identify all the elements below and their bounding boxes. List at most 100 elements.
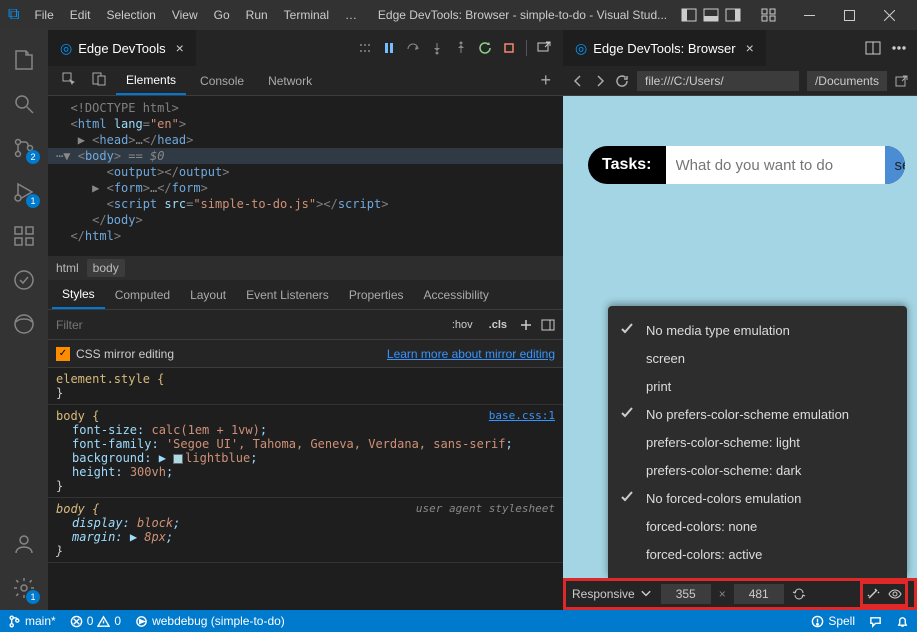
pause-icon[interactable] <box>382 41 396 55</box>
tab-computed[interactable]: Computed <box>105 282 180 308</box>
editor-left-pane: ◎ Edge DevTools × <box>48 30 563 610</box>
open-browser-icon[interactable] <box>537 41 551 55</box>
tab-accessibility[interactable]: Accessibility <box>414 282 499 308</box>
device-icon[interactable] <box>86 66 112 95</box>
toggle-sidebar-icon[interactable] <box>541 318 555 332</box>
search-icon[interactable] <box>0 82 48 126</box>
menu-edit[interactable]: Edit <box>63 4 98 26</box>
bell-status[interactable] <box>896 615 909 628</box>
menu-go[interactable]: Go <box>207 4 237 26</box>
accounts-icon[interactable] <box>0 522 48 566</box>
step-over-icon[interactable] <box>406 41 420 55</box>
panel-left-icon[interactable] <box>681 7 697 23</box>
tasks-input[interactable] <box>666 146 885 184</box>
tab-properties[interactable]: Properties <box>339 282 414 308</box>
split-editor-icon[interactable] <box>865 40 881 56</box>
emulation-option-label: print <box>646 379 671 394</box>
color-swatch[interactable] <box>173 454 183 464</box>
styles-tabs: Styles Computed Layout Event Listeners P… <box>48 280 563 310</box>
branch-status[interactable]: main* <box>8 614 56 628</box>
emulation-option[interactable]: prefers-color-scheme: light <box>620 428 895 456</box>
tab-event-listeners[interactable]: Event Listeners <box>236 282 339 308</box>
grip-icon[interactable] <box>358 41 372 55</box>
maximize-button[interactable] <box>829 0 869 30</box>
close-button[interactable] <box>869 0 909 30</box>
tab-console[interactable]: Console <box>190 68 254 94</box>
crumb-body[interactable]: body <box>87 259 125 277</box>
extensions-icon[interactable] <box>0 214 48 258</box>
width-input[interactable]: 355 <box>661 584 711 604</box>
edge-tools-icon[interactable] <box>0 302 48 346</box>
emulation-option[interactable]: forced-colors: active <box>620 540 895 568</box>
emulation-option[interactable]: prefers-color-scheme: dark <box>620 456 895 484</box>
back-icon[interactable] <box>571 74 585 88</box>
height-input[interactable]: 481 <box>734 584 784 604</box>
reload-icon[interactable] <box>615 74 629 88</box>
check-icon <box>620 378 636 394</box>
panel-right-icon[interactable] <box>725 7 741 23</box>
url-input[interactable]: file:///C:/Users/ <box>637 71 799 91</box>
feedback-status[interactable] <box>869 615 882 628</box>
emulation-menu[interactable]: No media type emulationscreen print No pre… <box>608 306 907 578</box>
dom-tree[interactable]: <!DOCTYPE html> <html lang="en"> ▶ <head… <box>48 96 563 256</box>
crumb-html[interactable]: html <box>56 261 79 275</box>
source-link[interactable]: base.css:1 <box>489 409 555 422</box>
emulation-option[interactable]: No media type emulation <box>620 316 895 344</box>
close-icon[interactable]: × <box>172 40 184 56</box>
customize-layout-icon[interactable] <box>761 7 777 23</box>
filter-input[interactable] <box>56 318 440 332</box>
menu-file[interactable]: File <box>27 4 60 26</box>
tab-elements[interactable]: Elements <box>116 67 186 95</box>
browser-tab[interactable]: ◎ Edge DevTools: Browser × <box>563 30 766 66</box>
spell-status[interactable]: Spell <box>811 614 855 628</box>
restart-icon[interactable] <box>478 41 492 55</box>
problems-status[interactable]: 0 0 <box>70 614 121 628</box>
mirror-learn-more-link[interactable]: Learn more about mirror editing <box>387 347 555 361</box>
menu-view[interactable]: View <box>165 4 205 26</box>
emulation-option[interactable]: screen <box>620 344 895 372</box>
step-out-icon[interactable] <box>454 41 468 55</box>
more-icon[interactable] <box>891 40 907 56</box>
tab-label: Edge DevTools <box>78 41 165 56</box>
mirror-checkbox[interactable]: ✓ <box>56 347 70 361</box>
settings-icon[interactable]: 1 <box>0 566 48 610</box>
debug-target-status[interactable]: webdebug (simple-to-do) <box>135 614 285 628</box>
emulation-option[interactable]: No forced-colors emulation <box>620 484 895 512</box>
forward-icon[interactable] <box>593 74 607 88</box>
menu-run[interactable]: Run <box>239 4 275 26</box>
styles-pane[interactable]: element.style { } base.css:1 body { font… <box>48 368 563 610</box>
vision-icon[interactable] <box>888 587 902 601</box>
emulation-option[interactable]: No prefers-color-scheme emulation <box>620 400 895 428</box>
cls-toggle[interactable]: .cls <box>485 317 511 333</box>
menu-terminal[interactable]: Terminal <box>277 4 336 26</box>
open-external-icon[interactable] <box>895 74 909 88</box>
add-tab-icon[interactable]: + <box>540 70 551 91</box>
step-into-icon[interactable] <box>430 41 444 55</box>
stop-icon[interactable] <box>502 41 516 55</box>
magic-wand-icon[interactable] <box>866 587 880 601</box>
responsive-dropdown[interactable]: Responsive <box>572 587 653 601</box>
chevron-down-icon <box>639 587 653 601</box>
menu-bar: File Edit Selection View Go Run Terminal… <box>27 4 364 26</box>
window-controls <box>789 0 909 30</box>
minimize-button[interactable] <box>789 0 829 30</box>
hov-toggle[interactable]: :hov <box>448 317 477 333</box>
emulation-option[interactable]: forced-colors: none <box>620 512 895 540</box>
emulation-option[interactable]: print <box>620 372 895 400</box>
menu-selection[interactable]: Selection <box>99 4 162 26</box>
inspect-icon[interactable] <box>56 66 82 95</box>
tab-network[interactable]: Network <box>258 68 322 94</box>
run-debug-icon[interactable]: 1 <box>0 170 48 214</box>
editor-tab-devtools[interactable]: ◎ Edge DevTools × <box>48 30 196 66</box>
tab-layout[interactable]: Layout <box>180 282 236 308</box>
test-icon[interactable] <box>0 258 48 302</box>
panel-bottom-icon[interactable] <box>703 7 719 23</box>
explorer-icon[interactable] <box>0 38 48 82</box>
source-control-icon[interactable]: 2 <box>0 126 48 170</box>
rotate-icon[interactable] <box>792 587 806 601</box>
send-button[interactable]: send <box>885 146 905 184</box>
close-icon[interactable]: × <box>742 40 754 56</box>
new-rule-icon[interactable] <box>519 318 533 332</box>
menu-overflow[interactable]: … <box>338 4 364 26</box>
tab-styles[interactable]: Styles <box>52 281 105 309</box>
